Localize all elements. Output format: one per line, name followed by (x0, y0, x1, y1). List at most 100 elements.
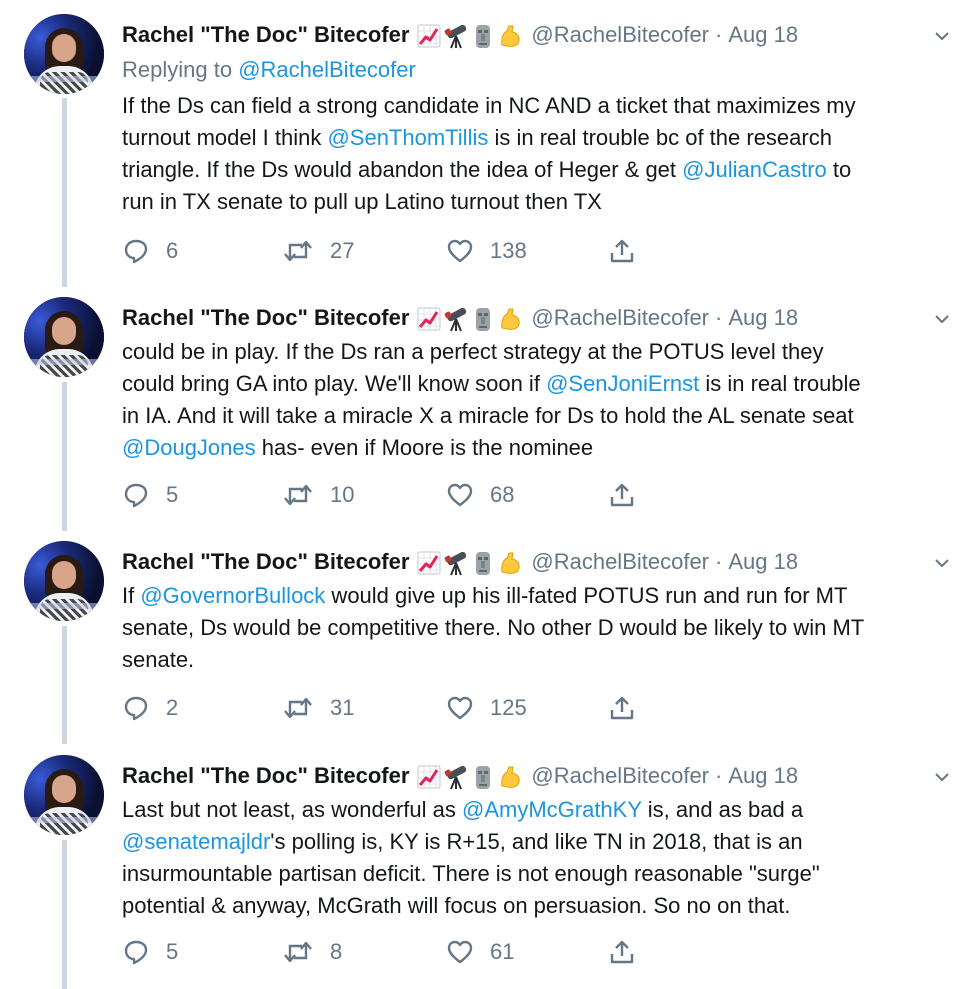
chart-increasing-icon (417, 306, 441, 332)
tweet-text-line: @DougJones has- even if Moore is the nom… (122, 432, 962, 464)
likes-count: 61 (490, 939, 515, 964)
tweet-date[interactable]: Aug 18 (728, 305, 798, 330)
retweets-count: 27 (330, 238, 355, 263)
tweet-text-line: could be in play. If the Ds ran a perfec… (122, 336, 962, 368)
chevron-down-icon[interactable] (934, 28, 950, 44)
text-segment: potential & anyway, McGrath will focus o… (122, 893, 791, 918)
tweet-date[interactable]: Aug 18 (728, 549, 798, 574)
text-segment: is in real trouble (699, 371, 861, 396)
retweet-button[interactable]: 27 (282, 236, 354, 266)
retweet-icon (282, 237, 314, 265)
text-segment: triangle. If the Ds would abandon the id… (122, 157, 683, 182)
date-separator: · (715, 549, 723, 574)
text-segment: has- even if Moore is the nominee (255, 435, 594, 460)
mention-link[interactable]: @SenThomTillis (327, 125, 488, 150)
telescope-icon (444, 550, 468, 576)
replying-to: Replying to @RachelBitecofer (122, 55, 416, 85)
reply-icon (122, 481, 150, 509)
share-button[interactable] (608, 937, 636, 967)
tweet-text-line: If @GovernorBullock would give up his il… (122, 580, 962, 612)
tweet-header: Rachel "The Doc" Bitecofer @RachelBitecof… (122, 20, 798, 50)
name-emojis (417, 20, 525, 50)
avatar[interactable] (24, 755, 104, 835)
author-handle[interactable]: @RachelBitecofer (531, 305, 709, 330)
mention-link[interactable]: @GovernorBullock (140, 583, 325, 608)
reply-button[interactable]: 5 (122, 937, 178, 967)
chevron-down-icon[interactable] (934, 769, 950, 785)
tweet-text: If @GovernorBullock would give up his il… (122, 580, 962, 676)
author-name[interactable]: Rachel "The Doc" Bitecofer (122, 763, 409, 788)
chevron-down-icon[interactable] (934, 311, 950, 327)
tweet-text-line: senate. (122, 644, 962, 676)
like-button[interactable]: 138 (446, 236, 527, 266)
telescope-icon (444, 306, 468, 332)
chevron-down-icon[interactable] (934, 555, 950, 571)
tweet-text-line: If the Ds can field a strong candidate i… (122, 90, 962, 122)
share-button[interactable] (608, 236, 636, 266)
reply-icon (122, 694, 150, 722)
mention-link[interactable]: @DougJones (122, 435, 256, 460)
likes-count: 138 (490, 238, 527, 263)
tweet-date[interactable]: Aug 18 (728, 763, 798, 788)
tweet-text-line: turnout model I think @SenThomTillis is … (122, 122, 962, 154)
reply-button[interactable]: 6 (122, 236, 178, 266)
reply-icon (122, 938, 150, 966)
heart-icon (446, 694, 474, 722)
avatar[interactable] (24, 14, 104, 94)
like-button[interactable]: 125 (446, 693, 527, 723)
tweet-text-line: Last but not least, as wonderful as @Amy… (122, 794, 962, 826)
tweet-text-line: in IA. And it will take a miracle X a mi… (122, 400, 962, 432)
author-name[interactable]: Rachel "The Doc" Bitecofer (122, 549, 409, 574)
tweet-text-line: @senatemajldr's polling is, KY is R+15, … (122, 826, 962, 858)
tweet-text-line: insurmountable partisan deficit. There i… (122, 858, 962, 890)
text-segment: turnout model I think (122, 125, 328, 150)
flexed-biceps-icon (498, 764, 522, 790)
tweet-text-line: senate, Ds would be competitive there. N… (122, 612, 962, 644)
tweet-text-line: could bring GA into play. We'll know soo… (122, 368, 962, 400)
share-button[interactable] (608, 480, 636, 510)
moai-icon (471, 764, 495, 790)
mention-link[interactable]: @JulianCastro (682, 157, 827, 182)
replying-to-label: Replying to (122, 57, 239, 82)
author-name[interactable]: Rachel "The Doc" Bitecofer (122, 22, 409, 47)
tweet[interactable]: Rachel "The Doc" Bitecofer @RachelBitecof… (0, 755, 980, 973)
like-button[interactable]: 68 (446, 480, 514, 510)
flexed-biceps-icon (498, 23, 522, 49)
author-name[interactable]: Rachel "The Doc" Bitecofer (122, 305, 409, 330)
tweet[interactable]: Rachel "The Doc" Bitecofer @RachelBitecof… (0, 541, 980, 729)
text-segment: is in real trouble bc of the research (488, 125, 832, 150)
tweet[interactable]: Rachel "The Doc" Bitecofer @RachelBitecof… (0, 14, 980, 272)
flexed-biceps-icon (498, 550, 522, 576)
tweet[interactable]: Rachel "The Doc" Bitecofer @RachelBitecof… (0, 297, 980, 516)
author-handle[interactable]: @RachelBitecofer (531, 549, 709, 574)
reply-button[interactable]: 5 (122, 480, 178, 510)
retweets-count: 10 (330, 482, 355, 507)
mention-link[interactable]: @AmyMcGrathKY (462, 797, 642, 822)
moai-icon (471, 550, 495, 576)
reply-button[interactable]: 2 (122, 693, 178, 723)
avatar[interactable] (24, 541, 104, 621)
tweet-text-line: triangle. If the Ds would abandon the id… (122, 154, 962, 186)
mention-link[interactable]: @SenJoniErnst (546, 371, 699, 396)
tweet-header: Rachel "The Doc" Bitecofer @RachelBitecof… (122, 761, 798, 791)
replies-count: 5 (166, 482, 179, 507)
retweet-button[interactable]: 31 (282, 693, 354, 723)
text-segment: senate, Ds would be competitive there. N… (122, 615, 865, 640)
retweets-count: 31 (330, 695, 355, 720)
share-button[interactable] (608, 693, 636, 723)
author-handle[interactable]: @RachelBitecofer (531, 763, 709, 788)
replies-count: 5 (166, 939, 179, 964)
text-segment: to (826, 157, 852, 182)
date-separator: · (715, 22, 723, 47)
mention-link[interactable]: @senatemajldr (122, 829, 270, 854)
like-button[interactable]: 61 (446, 937, 514, 967)
author-handle[interactable]: @RachelBitecofer (531, 22, 709, 47)
avatar[interactable] (24, 297, 104, 377)
retweet-button[interactable]: 8 (282, 937, 342, 967)
replying-to-handle[interactable]: @RachelBitecofer (238, 57, 416, 82)
reply-icon (122, 237, 150, 265)
tweet-header: Rachel "The Doc" Bitecofer @RachelBitecof… (122, 547, 798, 577)
text-segment: If the Ds can field a strong candidate i… (122, 93, 856, 118)
tweet-date[interactable]: Aug 18 (728, 22, 798, 47)
retweet-button[interactable]: 10 (282, 480, 354, 510)
